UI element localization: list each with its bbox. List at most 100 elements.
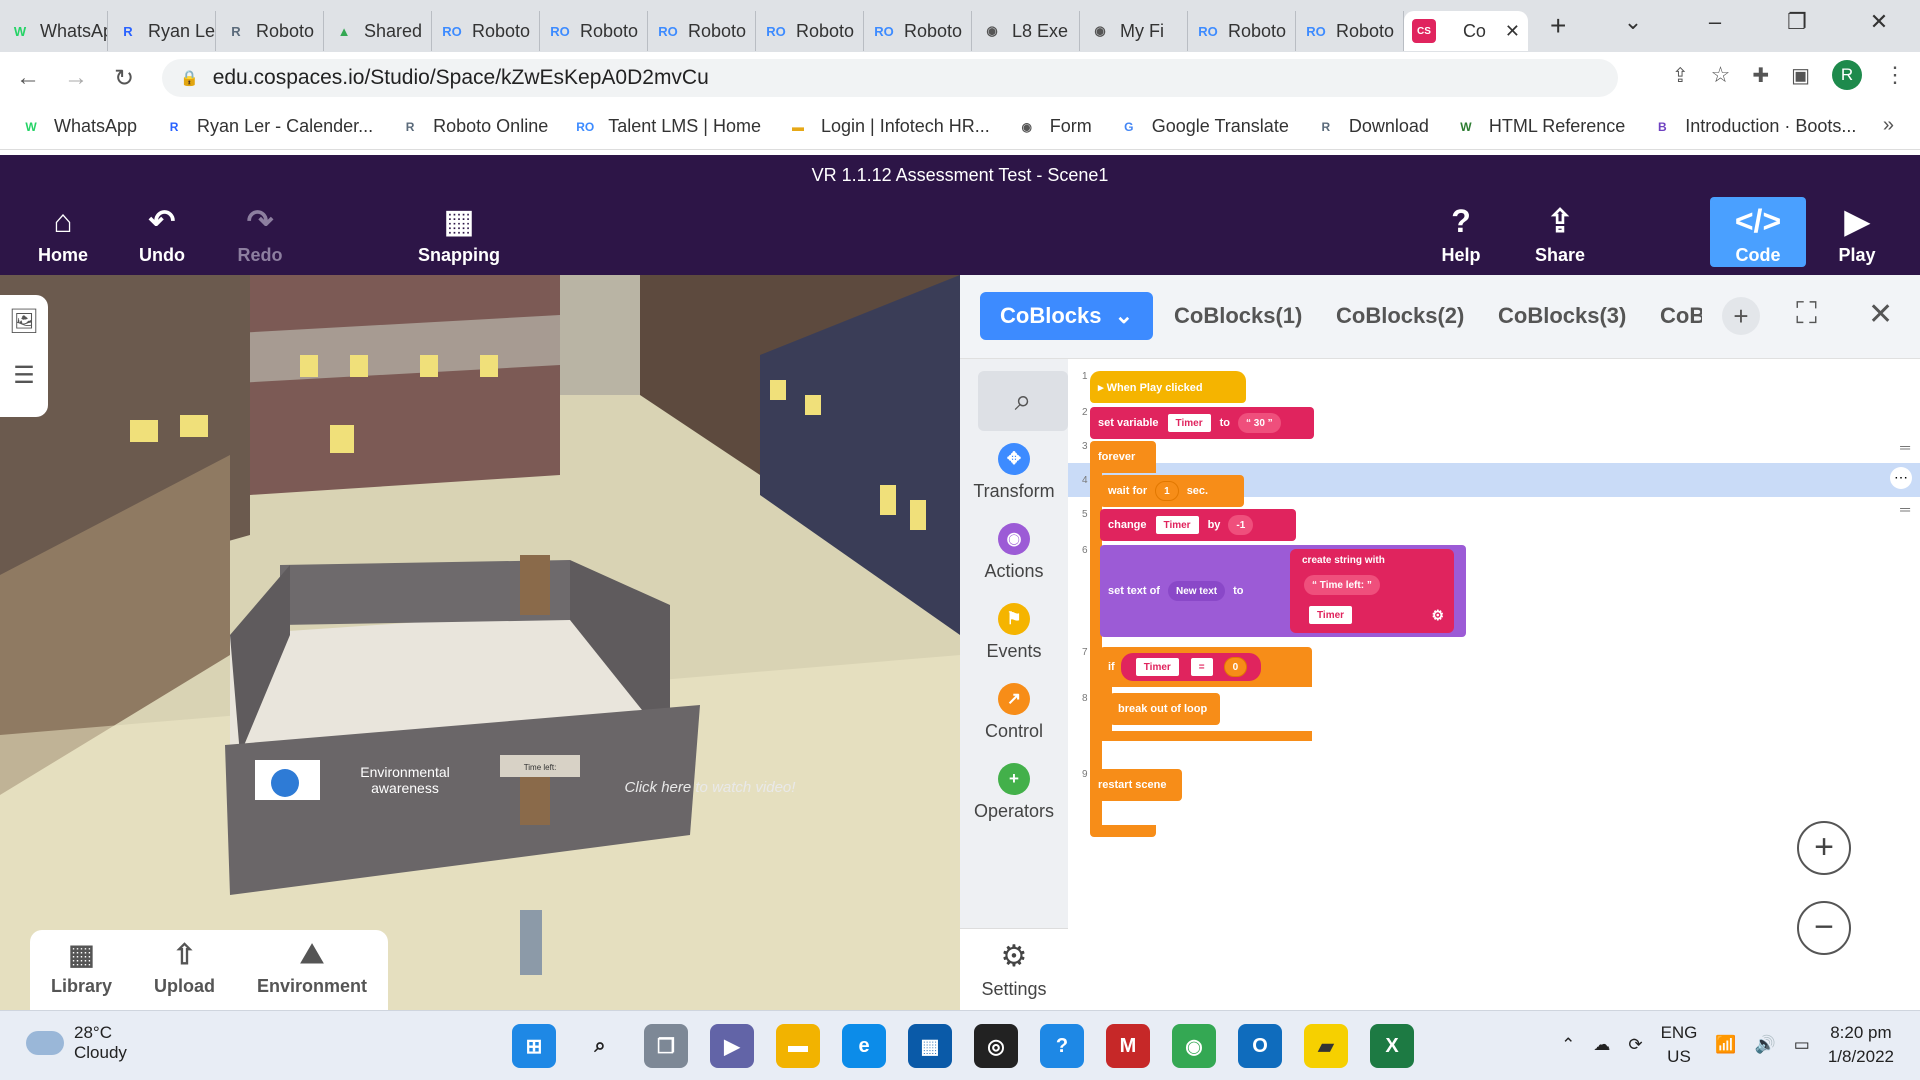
drag-handle-icon[interactable]: ═ <box>1900 439 1910 455</box>
palette-transform[interactable]: ✥ Transform <box>960 443 1068 502</box>
back-icon[interactable]: ← <box>8 64 48 92</box>
bookmark-item[interactable]: R Ryan Ler - Calender... <box>163 116 373 138</box>
browser-tab[interactable]: RO Roboto <box>648 11 756 51</box>
browser-tab[interactable]: W WhatsApp <box>0 11 108 51</box>
play-button[interactable]: ▶ Play <box>1812 201 1902 266</box>
minimize-icon[interactable]: – <box>1674 0 1756 44</box>
app-icon[interactable]: ◎ <box>974 1024 1018 1068</box>
if-block[interactable]: if Timer = 0 <box>1100 647 1312 687</box>
chrome-icon[interactable]: ◉ <box>1172 1024 1216 1068</box>
if-timer-select[interactable]: Timer <box>1134 657 1180 677</box>
set-text-block[interactable]: set text of New text to create string wi… <box>1100 545 1466 637</box>
wifi-icon[interactable]: 📶 <box>1715 1035 1736 1055</box>
restore-icon[interactable]: ❐ <box>1756 0 1838 44</box>
tab-search-icon[interactable]: ⌄ <box>1592 0 1674 44</box>
start-icon[interactable]: ⊞ <box>512 1024 556 1068</box>
home-button[interactable]: ⌂ Home <box>18 201 108 266</box>
bookmark-item[interactable]: R Roboto Online <box>399 116 548 138</box>
browser-tab[interactable]: RO Roboto <box>1188 11 1296 51</box>
settings-button[interactable]: ⚙ Settings <box>960 928 1068 1010</box>
profile-avatar[interactable]: R <box>1832 60 1862 90</box>
reload-icon[interactable]: ↻ <box>104 64 144 93</box>
tray-chevron-icon[interactable]: ⌃ <box>1561 1035 1575 1055</box>
close-tab-icon[interactable]: ✕ <box>1505 21 1520 42</box>
language-indicator[interactable]: ENG US <box>1661 1021 1698 1069</box>
add-tab-button[interactable]: + <box>1722 297 1760 335</box>
palette-events[interactable]: ⚑ Events <box>960 603 1068 662</box>
bookmark-item[interactable]: RO Talent LMS | Home <box>574 116 761 138</box>
browser-tab[interactable]: ▲ Shared <box>324 11 432 51</box>
help-button[interactable]: ? Help <box>1416 201 1506 266</box>
tab-coblocks-4[interactable]: CoBl <box>1660 292 1702 340</box>
close-window-icon[interactable]: ✕ <box>1838 0 1920 44</box>
chevron-down-icon[interactable]: ⌄ <box>1115 303 1133 329</box>
palette-operators[interactable]: + Operators <box>960 763 1068 822</box>
close-code-icon[interactable]: ✕ <box>1868 297 1893 332</box>
time-left-sign[interactable]: Time left: <box>524 763 557 772</box>
browser-tab[interactable]: RO Roboto <box>756 11 864 51</box>
bookmark-item[interactable]: W WhatsApp <box>20 116 137 138</box>
restart-scene-block[interactable]: restart scene <box>1090 769 1182 801</box>
browser-tab[interactable]: RO Roboto <box>1296 11 1404 51</box>
browser-tab[interactable]: ◉ My Fi <box>1080 11 1188 51</box>
compare-block[interactable]: Timer = 0 <box>1120 653 1262 681</box>
browser-tab[interactable]: R Ryan Ler <box>108 11 216 51</box>
weather-widget[interactable]: 28°C Cloudy <box>26 1023 127 1063</box>
code-workspace[interactable]: 1 2 3 4 5 6 7 8 9 ▸ When Play clicked set variab… <box>1068 359 1920 1010</box>
when-play-block[interactable]: ▸ When Play clicked <box>1090 371 1246 403</box>
mcafee-icon[interactable]: M <box>1106 1024 1150 1068</box>
video-text[interactable]: Click here to watch video! <box>625 779 797 796</box>
change-var-select[interactable]: Timer <box>1154 515 1200 535</box>
forever-block[interactable]: forever <box>1090 441 1156 473</box>
palette-control[interactable]: ↗ Control <box>960 683 1068 742</box>
break-loop-block[interactable]: break out of loop <box>1110 693 1220 725</box>
bookmark-star-icon[interactable]: ☆ <box>1711 62 1731 88</box>
menu-icon[interactable]: ⋮ <box>1884 62 1906 88</box>
bookmarks-overflow-icon[interactable]: » <box>1883 114 1894 137</box>
edge-icon[interactable]: e <box>842 1024 886 1068</box>
browser-tab[interactable]: RO Roboto <box>864 11 972 51</box>
zoom-out-button[interactable]: − <box>1797 901 1851 955</box>
extensions-icon[interactable]: ✚ <box>1752 63 1769 88</box>
sync-icon[interactable]: ⟳ <box>1628 1035 1642 1055</box>
wait-value-input[interactable]: 1 <box>1155 481 1179 501</box>
file-explorer-icon[interactable]: ▬ <box>776 1024 820 1068</box>
search-button[interactable]: ⌕ <box>978 371 1068 431</box>
scene-viewport[interactable]: Environmental awareness Time left: Click… <box>0 275 960 1010</box>
string-timer-select[interactable]: Timer <box>1308 605 1354 625</box>
undo-button[interactable]: ↶ Undo <box>117 201 207 266</box>
tab-coblocks-2[interactable]: CoBlocks(2) <box>1336 292 1464 340</box>
code-button[interactable]: </> Code <box>1710 197 1806 267</box>
more-icon[interactable]: ⋯ <box>1890 467 1912 489</box>
redo-button[interactable]: ↷ Redo <box>215 201 305 266</box>
bookmark-item[interactable]: R Download <box>1315 116 1429 138</box>
new-tab-icon[interactable]: + <box>1550 10 1566 42</box>
tab-coblocks-3[interactable]: CoBlocks(3) <box>1498 292 1626 340</box>
task-view-icon[interactable]: ❐ <box>644 1024 688 1068</box>
new-text-select[interactable]: New text <box>1167 581 1226 601</box>
outlook-icon[interactable]: O <box>1238 1024 1282 1068</box>
list-icon[interactable]: ☰ <box>0 349 48 403</box>
drag-handle-icon[interactable]: ═ <box>1900 501 1910 517</box>
gallery-icon[interactable]: 🖼 <box>0 295 48 349</box>
operator-select[interactable]: = <box>1189 657 1214 677</box>
bookmark-item[interactable]: W HTML Reference <box>1455 116 1625 138</box>
bookmark-item[interactable]: ◉ Form <box>1016 116 1092 138</box>
zoom-in-button[interactable]: + <box>1797 821 1851 875</box>
forward-icon[interactable]: → <box>56 64 96 92</box>
palette-actions[interactable]: ◉ Actions <box>960 523 1068 582</box>
library-button[interactable]: ▦ Library <box>51 938 112 1010</box>
share-page-icon[interactable]: ⇪ <box>1672 63 1689 88</box>
if-zero-input[interactable]: 0 <box>1223 657 1248 677</box>
battery-icon[interactable]: ▭ <box>1794 1035 1810 1055</box>
var-timer-select[interactable]: Timer <box>1166 413 1212 433</box>
scene-render[interactable]: Environmental awareness Time left: Click… <box>0 275 960 1010</box>
value-30-input[interactable]: “ 30 ” <box>1238 413 1281 433</box>
chat-icon[interactable]: ▶ <box>710 1024 754 1068</box>
side-panel-icon[interactable]: ▣ <box>1791 63 1810 88</box>
onedrive-icon[interactable]: ☁ <box>1593 1035 1610 1055</box>
browser-tab[interactable]: RO Roboto <box>432 11 540 51</box>
tab-coblocks-1[interactable]: CoBlocks(1) <box>1174 292 1302 340</box>
bookmark-item[interactable]: ▬ Login | Infotech HR... <box>787 116 990 138</box>
bookmark-item[interactable]: G Google Translate <box>1118 116 1289 138</box>
